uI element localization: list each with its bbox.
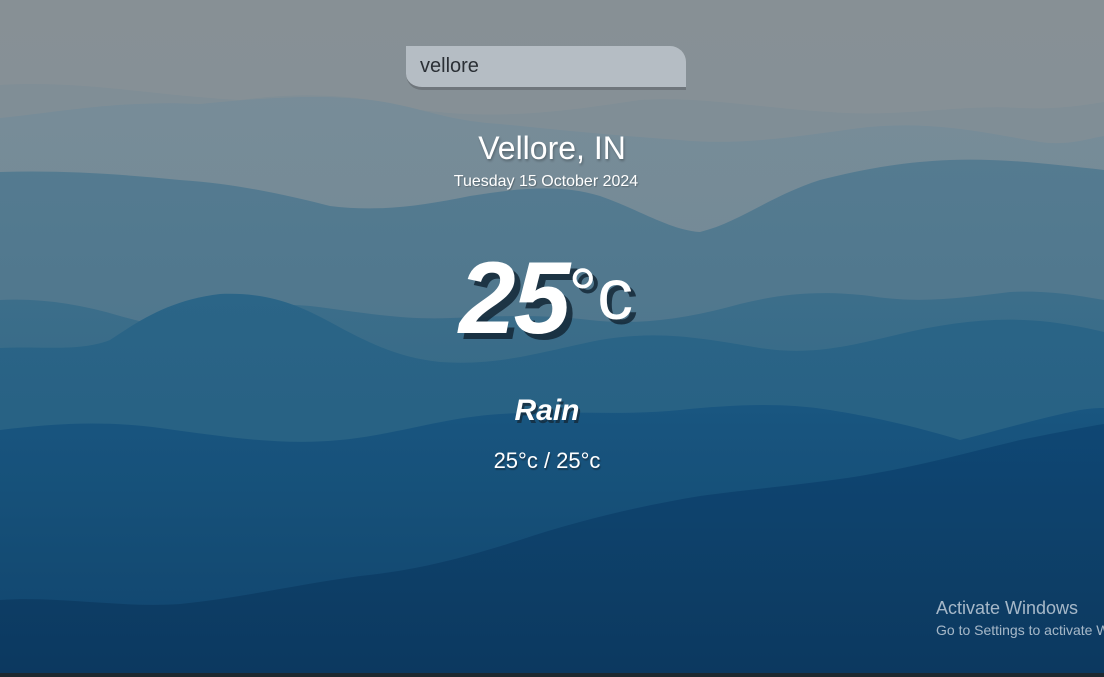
- temperature-display: 25°c: [0, 240, 1092, 357]
- high-low-temperature: 25°c / 25°c: [493, 448, 601, 473]
- activation-watermark: Activate Windows Go to Settings to activ…: [936, 598, 1104, 638]
- temperature-unit: °c: [568, 255, 634, 335]
- location-name: Vellore, IN: [478, 130, 626, 166]
- temperature-value: 25: [458, 241, 570, 355]
- weather-app: Vellore, IN Tuesday 15 October 2024 25°c…: [0, 0, 1104, 677]
- weather-condition: Rain: [514, 394, 580, 427]
- watermark-subtitle: Go to Settings to activate Windows.: [936, 622, 1104, 638]
- taskbar-edge: [0, 673, 1104, 677]
- search-box: [406, 46, 686, 90]
- watermark-title: Activate Windows: [936, 598, 1079, 618]
- current-date: Tuesday 15 October 2024: [453, 173, 639, 190]
- search-input[interactable]: [406, 46, 686, 90]
